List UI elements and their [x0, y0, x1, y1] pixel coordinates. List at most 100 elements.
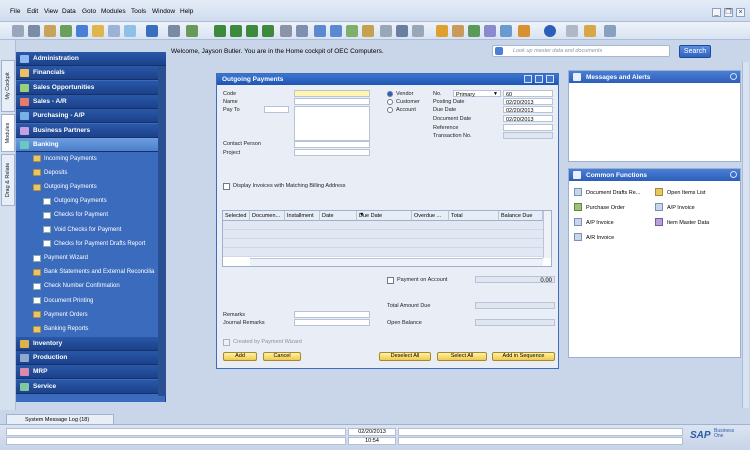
menu-item-checks-for-payment[interactable]: Checks for Payment [16, 209, 158, 223]
menu-item-void-checks-for-payment[interactable]: Void Checks for Payment [16, 223, 158, 237]
module-mrp[interactable]: MRP [16, 365, 166, 380]
column-header[interactable]: Selected [223, 211, 250, 221]
menu-item-payment-orders[interactable]: Payment Orders [16, 308, 158, 322]
posting-date-field[interactable]: 02/20/2013 [503, 98, 553, 106]
next-record-icon[interactable] [246, 25, 258, 37]
due-date-field[interactable]: 02/20/2013 [503, 106, 553, 114]
pay-to-select[interactable] [264, 106, 289, 113]
add-icon[interactable] [186, 25, 198, 37]
close-button[interactable]: × [736, 8, 745, 17]
lightbulb-icon[interactable] [584, 25, 596, 37]
module-service[interactable]: Service [16, 379, 166, 394]
module-inventory[interactable]: Inventory [16, 336, 166, 351]
name-field[interactable] [294, 98, 370, 105]
customer-radio[interactable] [387, 99, 393, 105]
find-icon[interactable] [168, 25, 180, 37]
menu-item-check-number-confirmation[interactable]: Check Number Confirmation [16, 280, 158, 294]
contact-person-field[interactable] [294, 141, 370, 148]
table-row[interactable] [223, 239, 543, 248]
column-header[interactable]: Date [320, 211, 357, 221]
reference-field[interactable] [503, 124, 553, 131]
menu-window[interactable]: Window [152, 8, 175, 15]
form-settings-icon[interactable] [412, 25, 424, 37]
column-header[interactable]: Due Date ▼ [357, 211, 412, 221]
menu-modules[interactable]: Modules [101, 8, 126, 15]
target-document-icon[interactable] [330, 25, 342, 37]
menu-scrollbar[interactable] [158, 66, 166, 396]
base-document-icon[interactable] [314, 25, 326, 37]
code-field[interactable] [294, 90, 370, 97]
module-sales-a-r[interactable]: Sales - A/R [16, 94, 166, 109]
search-input[interactable]: Look up master data and documents [492, 45, 670, 57]
menu-item-outgoing-payments[interactable]: Outgoing Payments [16, 181, 158, 195]
menu-item-deposits[interactable]: Deposits [16, 166, 158, 180]
gross-profit-icon[interactable] [346, 25, 358, 37]
help-icon[interactable] [544, 25, 556, 37]
search-button[interactable]: Search [679, 45, 711, 58]
pencil-icon[interactable] [436, 25, 448, 37]
folder-icon[interactable] [92, 25, 104, 37]
module-production[interactable]: Production [16, 351, 166, 365]
grid-icon[interactable] [396, 25, 408, 37]
document-number-field[interactable]: 60 [503, 90, 553, 98]
menu-item-payment-wizard[interactable]: Payment Wizard [16, 252, 158, 266]
menu-item-document-printing[interactable]: Document Printing [16, 294, 158, 308]
restore-button[interactable]: ❐ [724, 8, 733, 17]
table-row[interactable] [223, 248, 543, 257]
cancel-button[interactable]: Cancel [263, 352, 301, 361]
menu-item-bank-statements-and-external-r[interactable]: Bank Statements and External Reconcilia [16, 266, 158, 280]
payment-on-account-checkbox[interactable] [387, 277, 394, 284]
previous-record-icon[interactable] [230, 25, 242, 37]
column-header[interactable]: Overdue ... [412, 211, 449, 221]
module-financials[interactable]: Financials [16, 66, 166, 81]
table-vertical-scrollbar[interactable] [543, 211, 551, 258]
close-icon[interactable] [546, 75, 554, 83]
sort-icon[interactable] [296, 25, 308, 37]
add-in-sequence-button[interactable]: Add in Sequence [492, 352, 555, 361]
settings-icon[interactable] [380, 25, 392, 37]
export-icon[interactable] [60, 25, 72, 37]
print-icon[interactable] [12, 25, 24, 37]
menu-item-incoming-payments[interactable]: Incoming Payments [16, 152, 158, 166]
payment-means-icon[interactable] [362, 25, 374, 37]
tab-my-cockpit[interactable]: My Cockpit [1, 60, 15, 112]
preview-icon[interactable] [28, 25, 40, 37]
module-administration[interactable]: Administration [16, 52, 166, 66]
filter-icon[interactable] [280, 25, 292, 37]
pay-to-address[interactable] [294, 106, 370, 141]
menu-item-checks-for-payment-drafts-repo[interactable]: Checks for Payment Drafts Report [16, 237, 158, 251]
word-icon[interactable] [76, 25, 88, 37]
document-date-field[interactable]: 02/20/2013 [503, 115, 553, 123]
first-record-icon[interactable] [214, 25, 226, 37]
module-purchasing-a-p[interactable]: Purchasing - A/P [16, 109, 166, 124]
tab-modules[interactable]: Modules [1, 114, 15, 152]
module-sales-opportunities[interactable]: Sales Opportunities [16, 80, 166, 95]
remarks-field[interactable] [294, 311, 370, 318]
email-icon[interactable] [44, 25, 56, 37]
minimize-button[interactable]: _ [712, 8, 721, 17]
table-row[interactable] [223, 230, 543, 239]
series-select[interactable]: Primary ▼ [453, 90, 501, 98]
deselect-all-button[interactable]: Deselect All [379, 352, 431, 361]
maximize-icon[interactable] [535, 75, 543, 83]
key-icon[interactable] [518, 25, 530, 37]
vendor-radio[interactable] [387, 91, 393, 97]
table-row[interactable] [223, 221, 543, 230]
payment-on-account-field[interactable]: 0.00 [475, 276, 555, 284]
lock-icon[interactable] [108, 25, 120, 37]
module-banking[interactable]: Banking [16, 137, 166, 152]
menu-goto[interactable]: Goto [82, 8, 96, 15]
wrench-icon[interactable] [730, 73, 737, 80]
menu-tools[interactable]: Tools [131, 8, 146, 15]
wrench-icon[interactable] [730, 171, 737, 178]
tab-drag-relate[interactable]: Drag & Relate [1, 154, 15, 206]
window-icon[interactable] [566, 25, 578, 37]
up-arrow-icon[interactable] [146, 25, 158, 37]
menu-item-banking-reports[interactable]: Banking Reports [16, 323, 158, 337]
column-header[interactable]: Documen... [250, 211, 285, 221]
last-record-icon[interactable] [262, 25, 274, 37]
calendar-icon[interactable] [124, 25, 136, 37]
menu-help[interactable]: Help [180, 8, 193, 15]
menu-data[interactable]: Data [62, 8, 76, 15]
menu-file[interactable]: File [10, 8, 20, 15]
